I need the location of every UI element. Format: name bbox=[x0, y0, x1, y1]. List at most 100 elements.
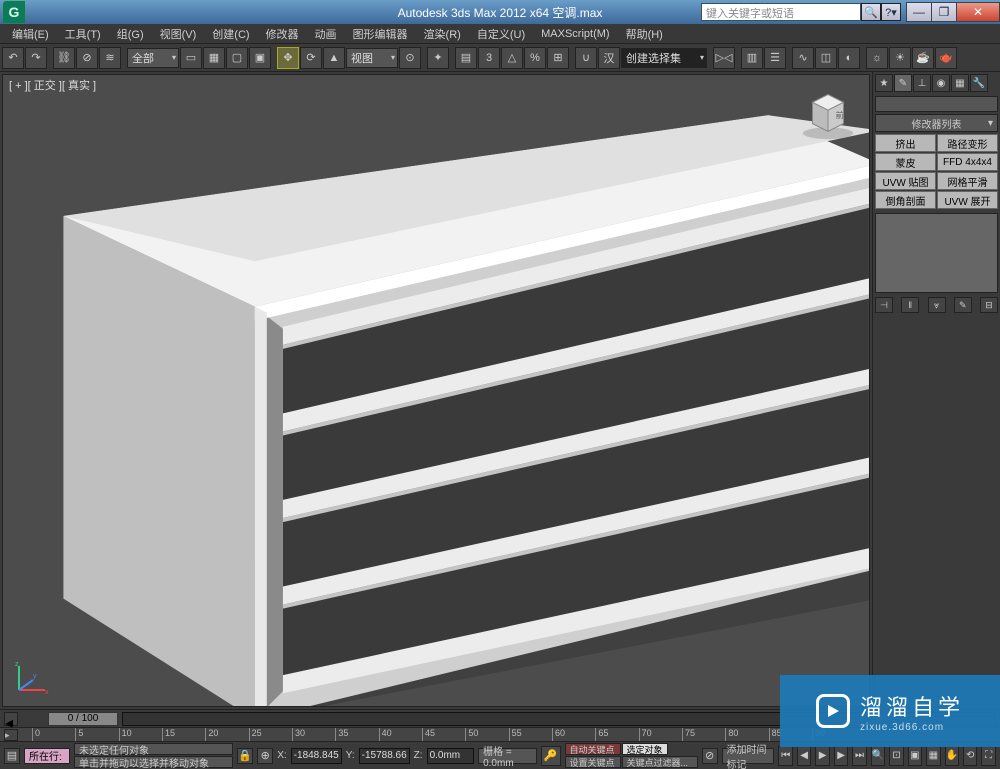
layers-button[interactable]: ☰ bbox=[764, 47, 786, 69]
z-coord-input[interactable]: 0.0mm bbox=[427, 748, 475, 764]
render-production-button[interactable]: ☕ bbox=[912, 47, 934, 69]
create-tab-icon[interactable]: ★ bbox=[875, 74, 893, 92]
display-tab-icon[interactable]: ▦ bbox=[951, 74, 969, 92]
perspective-viewport[interactable]: [ + ][ 正交 ][ 真实 ] bbox=[2, 74, 870, 707]
orbit-icon[interactable]: ⟲ bbox=[963, 746, 977, 766]
show-end-result-icon[interactable]: ‖ bbox=[901, 297, 919, 313]
modify-tab-icon[interactable]: ✎ bbox=[894, 74, 912, 92]
remove-modifier-icon[interactable]: ✎ bbox=[954, 297, 972, 313]
select-by-name-button[interactable]: ▦ bbox=[203, 47, 225, 69]
help-search-input[interactable]: 键入关键字或短语 bbox=[701, 3, 861, 21]
menu-grapheditors[interactable]: 图形编辑器 bbox=[345, 24, 416, 44]
window-crossing-button[interactable]: ▣ bbox=[249, 47, 271, 69]
modifier-unwrapuvw-button[interactable]: UVW 展开 bbox=[937, 191, 998, 209]
modifier-extrude-button[interactable]: 挤出 bbox=[875, 134, 936, 152]
maximize-button[interactable]: ❐ bbox=[931, 2, 957, 22]
material-editor-button[interactable]: ◐ bbox=[838, 47, 860, 69]
schematic-view-button[interactable]: ◫ bbox=[815, 47, 837, 69]
undo-button[interactable]: ↶ bbox=[2, 47, 24, 69]
menu-edit[interactable]: 编辑(E) bbox=[4, 24, 57, 44]
menu-tools[interactable]: 工具(T) bbox=[57, 24, 109, 44]
selection-lock-icon[interactable]: 🔒 bbox=[237, 748, 253, 764]
zoom-extents-all-icon[interactable]: ▦ bbox=[926, 746, 940, 766]
render-setup-button[interactable]: ☼ bbox=[866, 47, 888, 69]
timetag-icon[interactable]: ⊘ bbox=[702, 748, 718, 764]
app-icon[interactable]: G bbox=[3, 1, 25, 23]
keyboard-shortcut-button[interactable]: ▤ bbox=[455, 47, 477, 69]
minimize-button[interactable]: — bbox=[906, 2, 932, 22]
utilities-tab-icon[interactable]: 🔧 bbox=[970, 74, 988, 92]
hierarchy-tab-icon[interactable]: ⊥ bbox=[913, 74, 931, 92]
configure-sets-icon[interactable]: ⊟ bbox=[980, 297, 998, 313]
autokey-button[interactable]: 自动关键点 bbox=[565, 743, 621, 755]
select-rotate-button[interactable]: ⟳ bbox=[300, 47, 322, 69]
modifier-list-dropdown[interactable]: 修改器列表 bbox=[875, 114, 998, 132]
motion-tab-icon[interactable]: ◉ bbox=[932, 74, 950, 92]
spinner-snap-button[interactable]: ⊞ bbox=[547, 47, 569, 69]
abs-rel-toggle-icon[interactable]: ⊕ bbox=[257, 748, 273, 764]
make-unique-icon[interactable]: ⩔ bbox=[928, 297, 946, 313]
named-selection-han-button[interactable]: 汉 bbox=[598, 47, 620, 69]
modifier-uvwmap-button[interactable]: UVW 贴图 bbox=[875, 172, 936, 190]
next-frame-icon[interactable]: ▶ bbox=[834, 746, 848, 766]
goto-end-icon[interactable]: ⏭ bbox=[852, 746, 866, 766]
named-selection-sets-dropdown[interactable]: 创建选择集 bbox=[621, 48, 707, 68]
zoom-extents-icon[interactable]: ▣ bbox=[908, 746, 922, 766]
modifier-skin-button[interactable]: 蒙皮 bbox=[875, 153, 936, 171]
unlink-button[interactable]: ⊘ bbox=[76, 47, 98, 69]
viewcube[interactable]: 前 bbox=[799, 83, 857, 141]
snaps-toggle-button[interactable]: 3 bbox=[478, 47, 500, 69]
select-move-button[interactable]: ✥ bbox=[277, 47, 299, 69]
modifier-pathdeform-button[interactable]: 路径变形 bbox=[937, 134, 998, 152]
pan-icon[interactable]: ✋ bbox=[945, 746, 959, 766]
zoom-icon[interactable]: 🔍 bbox=[871, 746, 885, 766]
align-button[interactable]: ▥ bbox=[741, 47, 763, 69]
ref-coord-dropdown[interactable]: 视图 bbox=[346, 48, 398, 68]
angle-snap-button[interactable]: △ bbox=[501, 47, 523, 69]
menu-modifiers[interactable]: 修改器 bbox=[258, 24, 307, 44]
zoom-all-icon[interactable]: ⊡ bbox=[889, 746, 903, 766]
setkey-button[interactable]: 设置关键点 bbox=[565, 756, 621, 768]
goto-start-icon[interactable]: ⏮ bbox=[778, 746, 792, 766]
menu-create[interactable]: 创建(C) bbox=[204, 24, 257, 44]
add-time-tag[interactable]: 添加时间标记 bbox=[722, 748, 775, 764]
link-button[interactable]: ⛓ bbox=[53, 47, 75, 69]
pin-stack-icon[interactable]: ⊣ bbox=[875, 297, 893, 313]
rendered-frame-button[interactable]: ☀ bbox=[889, 47, 911, 69]
menu-rendering[interactable]: 渲染(R) bbox=[416, 24, 469, 44]
mirror-button[interactable]: ▷◁ bbox=[713, 47, 735, 69]
select-manipulate-button[interactable]: ✦ bbox=[427, 47, 449, 69]
percent-snap-button[interactable]: % bbox=[524, 47, 546, 69]
modifier-stack[interactable] bbox=[875, 213, 998, 293]
modifier-meshsmooth-button[interactable]: 网格平滑 bbox=[937, 172, 998, 190]
keymode-dropdown[interactable]: 选定对象 bbox=[622, 743, 668, 755]
select-region-rect-button[interactable]: ▢ bbox=[226, 47, 248, 69]
selection-filter-dropdown[interactable]: 全部 bbox=[127, 48, 179, 68]
trackbar-toggle-icon[interactable]: ▸ bbox=[4, 729, 18, 741]
search-go-button[interactable]: 🔍 bbox=[861, 3, 881, 21]
timeslider-scrub-icon[interactable]: ◂ bbox=[4, 712, 18, 726]
help-dropdown-button[interactable]: ?▾ bbox=[881, 3, 901, 21]
keyfilter-button[interactable]: 关键点过滤器... bbox=[622, 756, 698, 768]
play-icon[interactable]: ▶ bbox=[815, 746, 829, 766]
prev-frame-icon[interactable]: ◀ bbox=[797, 746, 811, 766]
maxscript-mini-listener-icon[interactable]: ▤ bbox=[4, 748, 20, 764]
menu-maxscript[interactable]: MAXScript(M) bbox=[533, 26, 617, 42]
close-button[interactable]: ✕ bbox=[956, 2, 1000, 22]
bind-spacewarp-button[interactable]: ≋ bbox=[99, 47, 121, 69]
edit-selection-set-button[interactable]: ∪ bbox=[575, 47, 597, 69]
menu-views[interactable]: 视图(V) bbox=[152, 24, 205, 44]
menu-customize[interactable]: 自定义(U) bbox=[469, 24, 533, 44]
render-iterate-button[interactable]: 🫖 bbox=[935, 47, 957, 69]
time-slider-handle[interactable]: 0 / 100 bbox=[48, 712, 118, 726]
x-coord-input[interactable]: -1848.845 bbox=[291, 748, 342, 764]
menu-help[interactable]: 帮助(H) bbox=[618, 24, 671, 44]
modifier-ffd-button[interactable]: FFD 4x4x4 bbox=[937, 153, 998, 171]
set-key-big-icon[interactable]: 🔑 bbox=[541, 746, 561, 766]
select-object-button[interactable]: ▭ bbox=[180, 47, 202, 69]
pivot-center-button[interactable]: ⊙ bbox=[399, 47, 421, 69]
curve-editor-button[interactable]: ∿ bbox=[792, 47, 814, 69]
menu-animation[interactable]: 动画 bbox=[307, 24, 345, 44]
menu-group[interactable]: 组(G) bbox=[109, 24, 152, 44]
max-viewport-icon[interactable]: ⛶ bbox=[981, 746, 995, 766]
